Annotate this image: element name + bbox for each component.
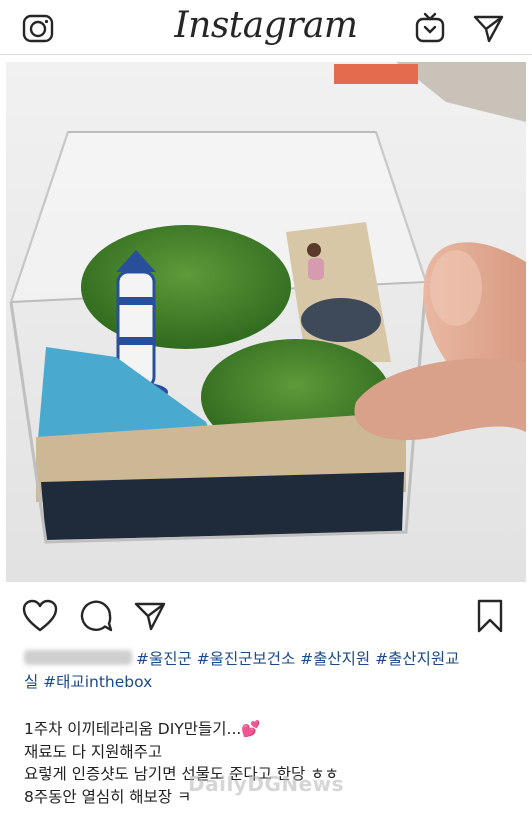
igtv-icon[interactable] bbox=[410, 8, 450, 48]
caption-line-1: 1주차 이끼테라리움 DIY만들기... bbox=[24, 720, 242, 738]
camera-icon[interactable] bbox=[18, 8, 58, 48]
post-caption-tags: #울진군 #울진군보건소 #출산지원 #출산지원교 실 #태교inthebox bbox=[24, 648, 524, 694]
post-actions-bar bbox=[0, 590, 532, 642]
caption-line-2: 재료도 다 지원해주고 bbox=[24, 742, 163, 761]
post-photo[interactable] bbox=[6, 62, 526, 582]
comment-icon[interactable] bbox=[76, 596, 116, 636]
terrarium-photo-illustration bbox=[6, 62, 526, 582]
like-heart-icon[interactable] bbox=[20, 596, 60, 636]
direct-message-icon[interactable] bbox=[468, 8, 508, 48]
share-icon[interactable] bbox=[130, 596, 170, 636]
hashtags-line-2[interactable]: 실 #태교inthebox bbox=[24, 673, 152, 691]
news-watermark: DailyDGNews bbox=[188, 772, 345, 796]
hashtags-line-1[interactable]: #울진군 #울진군보건소 #출산지원 #출산지원교 bbox=[136, 650, 459, 668]
two-hearts-emoji: 💕 bbox=[241, 720, 261, 738]
blurred-username[interactable] bbox=[24, 650, 132, 665]
top-navigation-bar: Instagram bbox=[0, 0, 532, 55]
save-bookmark-icon[interactable] bbox=[470, 596, 510, 636]
app-logo: Instagram bbox=[174, 5, 358, 46]
